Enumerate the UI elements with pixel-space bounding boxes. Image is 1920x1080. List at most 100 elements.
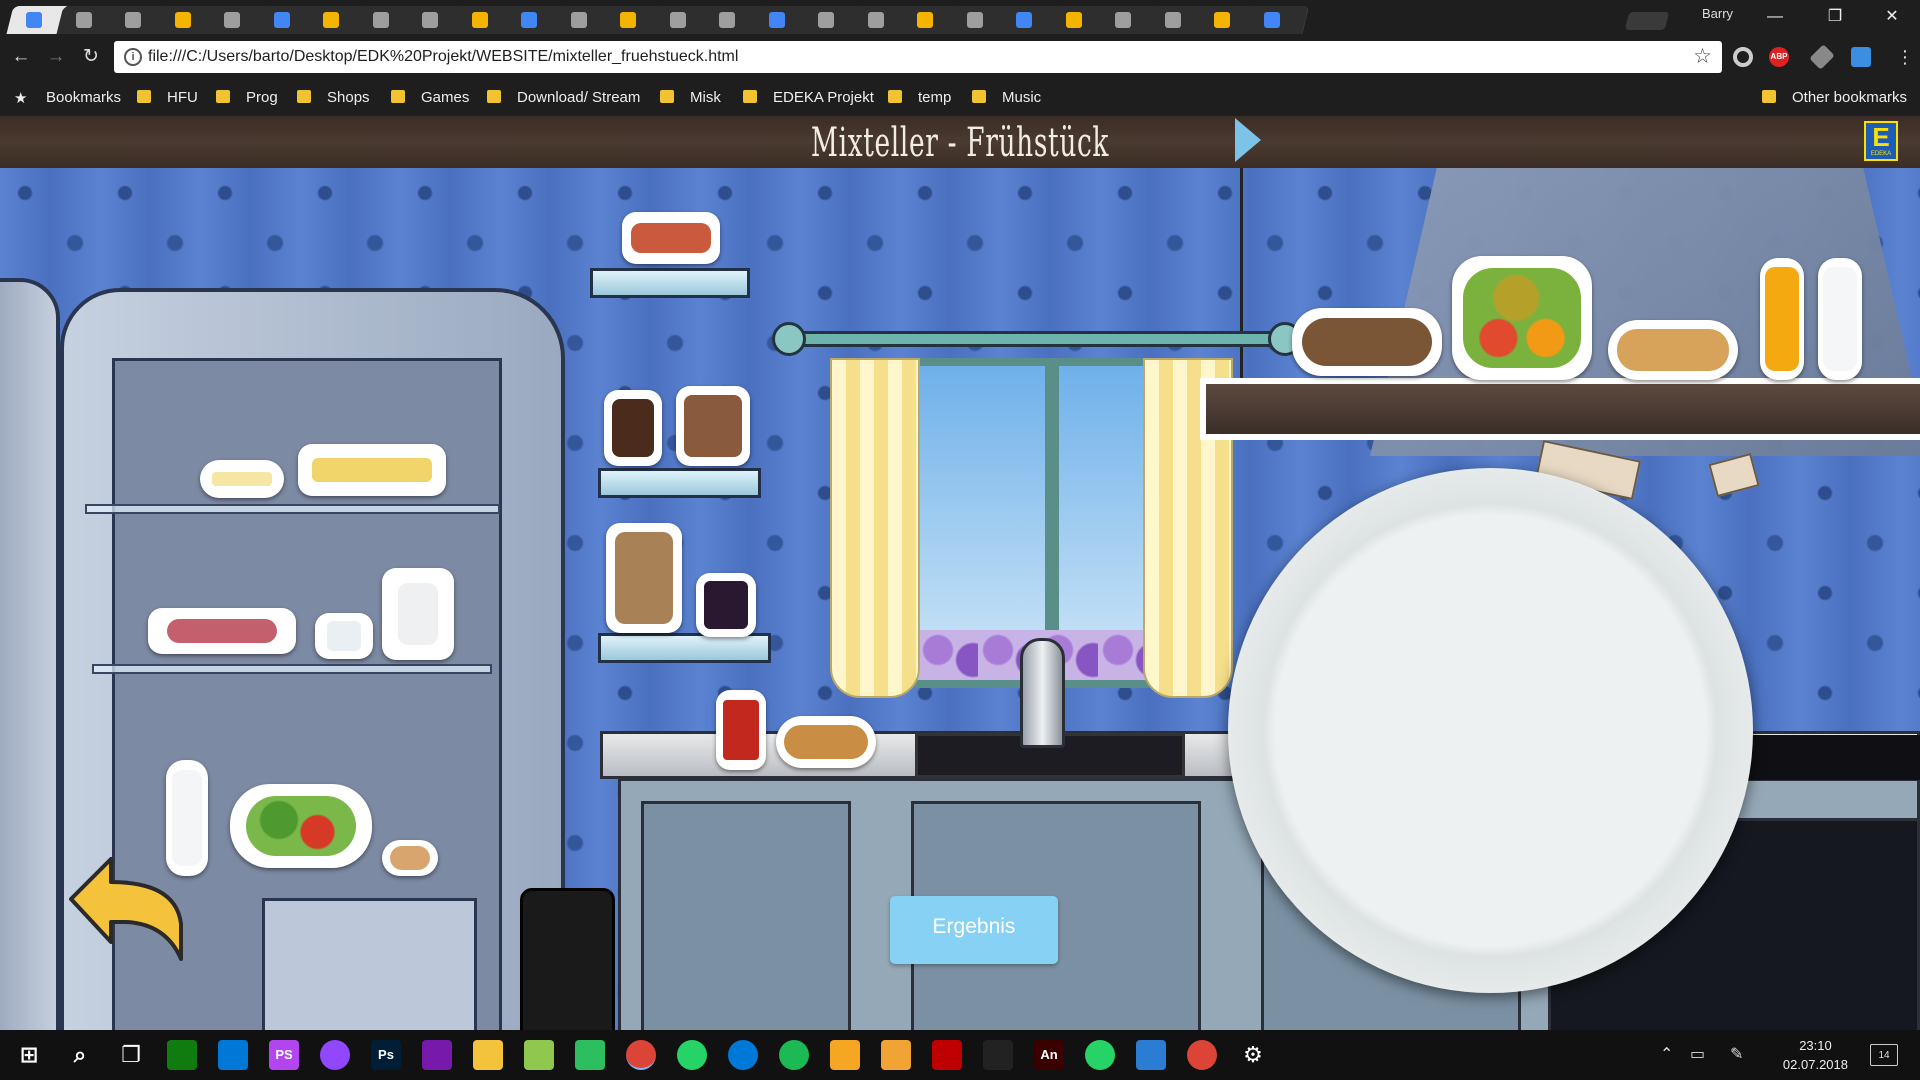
new-tab-button[interactable] bbox=[1624, 12, 1670, 30]
edeka-logo-text: EDEKA bbox=[1870, 151, 1892, 157]
file-explorer-icon[interactable] bbox=[473, 1040, 503, 1070]
food-item-eggs[interactable] bbox=[382, 840, 438, 876]
food-item-milk-jug-strawberries[interactable] bbox=[382, 568, 454, 660]
tab-favicon-icon bbox=[174, 12, 191, 28]
download-extension-icon[interactable] bbox=[1851, 47, 1871, 67]
whatsapp-icon[interactable] bbox=[677, 1040, 707, 1070]
food-item-nut-nougat-spread-jar[interactable] bbox=[604, 390, 662, 466]
task-view-icon[interactable]: ❐ bbox=[116, 1040, 146, 1070]
address-bar[interactable]: i file:///C:/Users/barto/Desktop/EDK%20P… bbox=[114, 41, 1722, 73]
close-window-button[interactable]: ✕ bbox=[1872, 6, 1912, 28]
profile-name[interactable]: Barry bbox=[1702, 6, 1733, 21]
food-item-croissant[interactable] bbox=[776, 716, 876, 768]
notepad-plus-icon[interactable] bbox=[524, 1040, 554, 1070]
food-item-vegetables[interactable] bbox=[230, 784, 372, 868]
maximize-button[interactable]: ❐ bbox=[1815, 6, 1855, 28]
curtain-rod bbox=[775, 331, 1295, 347]
bookmark-item-bookmarks[interactable]: Bookmarks bbox=[46, 89, 121, 106]
back-button[interactable]: ← bbox=[9, 45, 33, 69]
spotify-icon[interactable] bbox=[779, 1040, 809, 1070]
tab-favicon-icon bbox=[521, 12, 537, 28]
search-icon[interactable]: ⌕ bbox=[65, 1040, 95, 1070]
bookmark-star-icon[interactable]: ☆ bbox=[1693, 44, 1712, 69]
tab-favicon-icon bbox=[273, 12, 290, 28]
browser-tab[interactable] bbox=[1244, 6, 1309, 34]
folder-icon bbox=[660, 90, 674, 103]
plate-drop-zone[interactable] bbox=[1228, 468, 1753, 993]
animate-icon[interactable]: An bbox=[1034, 1040, 1064, 1070]
bookmark-item-download-stream[interactable]: Download/ Stream bbox=[487, 89, 640, 106]
food-item-muesli-jar[interactable] bbox=[606, 523, 682, 633]
minimize-button[interactable]: — bbox=[1755, 6, 1795, 28]
back-arrow-icon[interactable] bbox=[66, 854, 186, 964]
site-info-icon[interactable]: i bbox=[124, 48, 142, 66]
forward-button[interactable]: → bbox=[44, 45, 68, 69]
tab-favicon-icon bbox=[966, 12, 983, 28]
phpstorm-icon[interactable]: PS bbox=[269, 1040, 299, 1070]
food-item-yogurt-cup[interactable] bbox=[315, 613, 373, 659]
edeka-logo[interactable]: E EDEKA bbox=[1864, 121, 1898, 161]
filezilla-icon[interactable] bbox=[932, 1040, 962, 1070]
bookmark-item-prog[interactable]: Prog bbox=[216, 89, 278, 106]
tab-favicon-icon bbox=[818, 12, 834, 28]
bookmark-item-edeka-projekt[interactable]: EDEKA Projekt bbox=[743, 89, 874, 106]
windows-start-icon[interactable]: ⊞ bbox=[14, 1040, 44, 1070]
bookmark-item-games[interactable]: Games bbox=[391, 89, 469, 106]
trash-bin bbox=[520, 888, 615, 1030]
food-item-milk-bottle-shelf[interactable] bbox=[1818, 258, 1862, 380]
settings-icon[interactable]: ⚙ bbox=[1238, 1040, 1268, 1070]
whatsapp-2-icon[interactable] bbox=[1085, 1040, 1115, 1070]
bookmark-item-hfu[interactable]: HFU bbox=[137, 89, 198, 106]
food-item-fruit-basket[interactable] bbox=[1452, 256, 1592, 380]
url-text[interactable]: file:///C:/Users/barto/Desktop/EDK%20Pro… bbox=[148, 48, 738, 66]
photoshop-icon[interactable]: Ps bbox=[371, 1040, 401, 1070]
food-item-cheese-board[interactable] bbox=[298, 444, 446, 496]
food-item-snack-bowl[interactable] bbox=[622, 212, 720, 264]
evernote-icon[interactable] bbox=[575, 1040, 605, 1070]
pen-extension-icon[interactable] bbox=[1809, 44, 1835, 70]
circle-extension-icon[interactable] bbox=[1733, 47, 1753, 67]
food-item-coffee-jar[interactable] bbox=[676, 386, 750, 466]
food-item-bread[interactable] bbox=[1292, 308, 1442, 376]
tray-chevron-icon[interactable]: ⌃ bbox=[1660, 1044, 1673, 1064]
network-icon[interactable]: ▭ bbox=[1690, 1044, 1705, 1064]
bookmark-item-temp[interactable]: temp bbox=[888, 89, 951, 106]
pen-icon[interactable]: ✎ bbox=[1730, 1044, 1743, 1064]
notification-icon[interactable]: 14 bbox=[1870, 1044, 1898, 1066]
result-button[interactable]: Ergebnis bbox=[890, 896, 1058, 964]
bookmark-item-music[interactable]: Music bbox=[972, 89, 1041, 106]
unity-icon[interactable] bbox=[983, 1040, 1013, 1070]
adblock-plus-icon[interactable]: ABP bbox=[1769, 47, 1789, 67]
bookmark-item-misk[interactable]: Misk bbox=[660, 89, 721, 106]
visual-studio-code-icon[interactable] bbox=[881, 1040, 911, 1070]
xbox-icon[interactable] bbox=[167, 1040, 197, 1070]
downloads-icon[interactable] bbox=[1136, 1040, 1166, 1070]
next-arrow-icon[interactable] bbox=[1235, 118, 1261, 162]
wall-shelf bbox=[590, 268, 750, 298]
food-item-tea-glass[interactable] bbox=[716, 690, 766, 770]
bookmark-label: Shops bbox=[327, 89, 370, 106]
reload-button[interactable]: ↻ bbox=[79, 45, 103, 69]
bookmarks-star-icon: ★ bbox=[14, 90, 28, 107]
store-icon[interactable] bbox=[218, 1040, 248, 1070]
chrome-icon[interactable] bbox=[626, 1040, 656, 1070]
tab-favicon-icon bbox=[1115, 12, 1131, 28]
food-item-orange-juice-bottle[interactable] bbox=[1760, 258, 1804, 380]
bookmark-item-shops[interactable]: Shops bbox=[297, 89, 370, 106]
tab-favicon-icon bbox=[1016, 12, 1032, 28]
folder-icon bbox=[487, 90, 501, 103]
chrome-2-icon[interactable] bbox=[1187, 1040, 1217, 1070]
taskbar-clock[interactable]: 23:10 02.07.2018 bbox=[1783, 1036, 1848, 1074]
food-item-butter[interactable] bbox=[200, 460, 284, 498]
food-item-cold-cuts-board[interactable] bbox=[148, 608, 296, 654]
tab-favicon-icon bbox=[1214, 12, 1230, 28]
twitch-icon[interactable] bbox=[320, 1040, 350, 1070]
food-item-pastries[interactable] bbox=[1608, 320, 1738, 380]
other-bookmarks[interactable]: Other bookmarks bbox=[1762, 89, 1907, 106]
curtain-rod-end bbox=[772, 322, 806, 356]
onenote-icon[interactable] bbox=[422, 1040, 452, 1070]
menu-icon[interactable]: ⋮ bbox=[1895, 47, 1915, 67]
edge-icon[interactable] bbox=[728, 1040, 758, 1070]
food-item-jam-jar[interactable] bbox=[696, 573, 756, 637]
video-player-icon[interactable] bbox=[830, 1040, 860, 1070]
